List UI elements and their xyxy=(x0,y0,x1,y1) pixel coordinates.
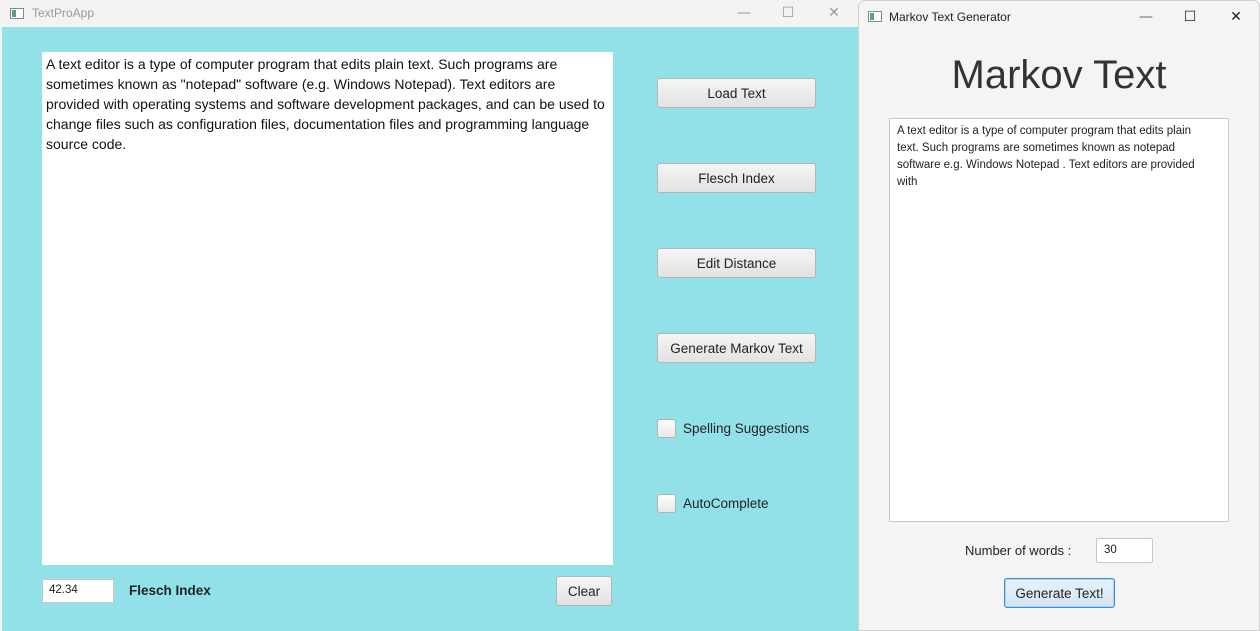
minimize-icon: — xyxy=(1139,9,1153,25)
edit-distance-button[interactable]: Edit Distance xyxy=(657,248,816,278)
number-of-words-label: Number of words : xyxy=(965,543,1072,558)
text-editor[interactable]: A text editor is a type of computer prog… xyxy=(42,52,613,565)
close-button[interactable]: ✕ xyxy=(814,0,854,26)
main-panel: A text editor is a type of computer prog… xyxy=(2,27,858,631)
spelling-suggestions-checkbox[interactable]: Spelling Suggestions xyxy=(657,419,809,438)
checkbox-box[interactable] xyxy=(657,419,676,438)
app-icon xyxy=(10,8,24,19)
textpro-window: TextProApp — ☐ ✕ A text editor is a type… xyxy=(0,0,858,631)
markov-window: Markov Text Generator — ☐ ✕ Markov Text … xyxy=(858,0,1260,631)
minimize-icon: — xyxy=(737,5,751,21)
generated-text-area[interactable]: A text editor is a type of computer prog… xyxy=(889,118,1229,522)
maximize-icon: ☐ xyxy=(781,5,795,21)
markov-title-bar[interactable]: Markov Text Generator — ☐ ✕ xyxy=(859,1,1259,33)
autocomplete-checkbox[interactable]: AutoComplete xyxy=(657,494,769,513)
checkbox-box[interactable] xyxy=(657,494,676,513)
window-title: TextProApp xyxy=(32,6,95,20)
checkbox-label: AutoComplete xyxy=(683,496,769,511)
minimize-button[interactable]: — xyxy=(724,0,764,26)
number-of-words-field[interactable]: 30 xyxy=(1096,538,1153,563)
checkbox-label: Spelling Suggestions xyxy=(683,421,810,436)
generate-text-button[interactable]: Generate Text! xyxy=(1004,578,1115,608)
clear-button[interactable]: Clear xyxy=(556,576,612,606)
flesch-score-field[interactable]: 42.34 xyxy=(42,579,114,603)
markov-heading: Markov Text xyxy=(951,53,1167,97)
app-icon xyxy=(868,11,882,22)
flesch-score-label: Flesch Index xyxy=(129,583,211,598)
markov-minimize-button[interactable]: — xyxy=(1126,4,1166,30)
title-bar[interactable]: TextProApp — ☐ ✕ xyxy=(0,0,858,27)
load-text-button[interactable]: Load Text xyxy=(657,78,816,108)
maximize-button[interactable]: ☐ xyxy=(768,0,808,26)
generate-markov-button[interactable]: Generate Markov Text xyxy=(657,333,816,363)
markov-maximize-button[interactable]: ☐ xyxy=(1170,4,1210,30)
markov-close-button[interactable]: ✕ xyxy=(1216,4,1256,30)
maximize-icon: ☐ xyxy=(1183,9,1197,25)
close-icon: ✕ xyxy=(828,5,840,21)
flesch-index-button[interactable]: Flesch Index xyxy=(657,163,816,193)
markov-window-title: Markov Text Generator xyxy=(889,10,1011,24)
close-icon: ✕ xyxy=(1230,9,1242,25)
